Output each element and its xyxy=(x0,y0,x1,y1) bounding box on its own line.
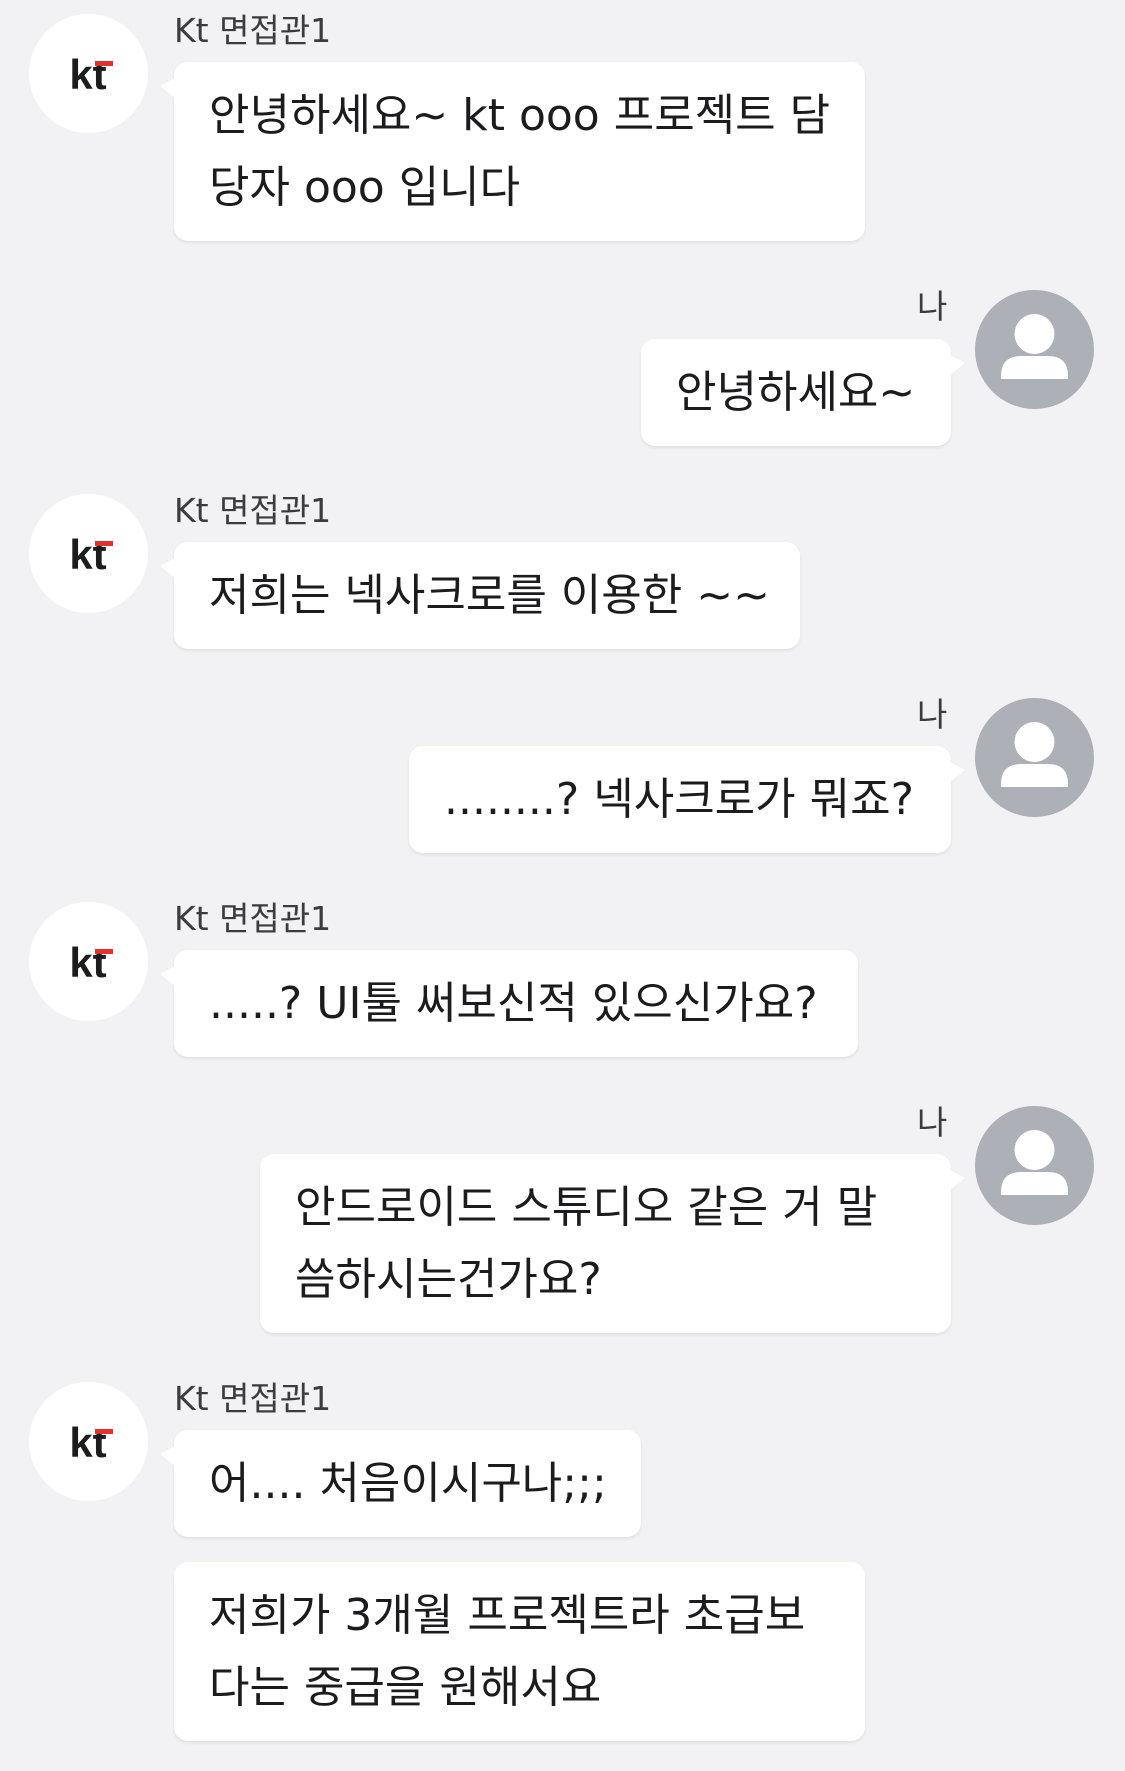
kt-logo-icon: kt xyxy=(69,51,113,98)
message-text: 안녕하세요~ kt ooo 프로젝트 담 xyxy=(209,89,831,141)
svg-text:kt: kt xyxy=(69,51,106,98)
message-bubble[interactable]: 안녕하세요~ xyxy=(641,339,965,446)
svg-text:kt: kt xyxy=(69,939,106,986)
user-silhouette-icon xyxy=(1001,1130,1068,1195)
message-text: 안녕하세요~ xyxy=(676,366,916,418)
sender-name: 나 xyxy=(917,1103,948,1142)
user-silhouette-icon xyxy=(1001,722,1068,787)
sender-name: Kt 면접관1 xyxy=(174,1379,332,1418)
sender-name: Kt 면접관1 xyxy=(174,11,332,50)
kt-logo-icon: kt xyxy=(69,531,113,578)
kt-avatar[interactable]: kt xyxy=(29,1382,148,1501)
message-text: 저희는 넥사크로를 이용한 ~~ xyxy=(209,569,770,621)
sender-name: 나 xyxy=(917,287,948,326)
sender-name: Kt 면접관1 xyxy=(174,899,332,938)
message-text: 당자 ooo 입니다 xyxy=(209,161,521,213)
kt-avatar[interactable]: kt xyxy=(29,494,148,613)
message-text: 어.... 처음이시구나;;; xyxy=(209,1457,607,1509)
message-text: 저희가 3개월 프로젝트라 초급보 xyxy=(209,1589,806,1641)
svg-text:kt: kt xyxy=(69,1419,106,1466)
kt-avatar[interactable]: kt xyxy=(29,902,148,1021)
my-avatar[interactable] xyxy=(975,1106,1094,1225)
message-bubble[interactable]: ........? 넥사크로가 뭐죠? xyxy=(409,746,965,853)
message-bubble[interactable]: 어.... 처음이시구나;;; xyxy=(160,1430,641,1537)
message-text: 안드로이드 스튜디오 같은 거 말 xyxy=(295,1181,878,1233)
message-text: .....? UI툴 써보신적 있으신가요? xyxy=(209,977,818,1029)
kt-logo-icon: kt xyxy=(69,939,113,986)
sender-name: Kt 면접관1 xyxy=(174,491,332,530)
user-silhouette-icon xyxy=(1001,314,1068,379)
message-bubble[interactable]: 저희는 넥사크로를 이용한 ~~ xyxy=(160,542,800,649)
kt-logo-icon: kt xyxy=(69,1419,113,1466)
message-text: 다는 중급을 원해서요 xyxy=(209,1661,602,1713)
message-bubble[interactable]: 안드로이드 스튜디오 같은 거 말 씀하시는건가요? xyxy=(260,1154,965,1333)
message-text: 씀하시는건가요? xyxy=(295,1253,602,1305)
my-avatar[interactable] xyxy=(975,290,1094,409)
my-avatar[interactable] xyxy=(975,698,1094,817)
sender-name: 나 xyxy=(917,695,948,734)
kt-avatar[interactable]: kt xyxy=(29,14,148,133)
svg-text:kt: kt xyxy=(69,531,106,578)
message-bubble[interactable]: 안녕하세요~ kt ooo 프로젝트 담 당자 ooo 입니다 xyxy=(160,62,865,241)
message-bubble[interactable]: 저희가 3개월 프로젝트라 초급보 다는 중급을 원해서요 xyxy=(174,1562,865,1741)
message-text: ........? 넥사크로가 뭐죠? xyxy=(444,773,914,825)
message-bubble[interactable]: .....? UI툴 써보신적 있으신가요? xyxy=(160,950,858,1057)
